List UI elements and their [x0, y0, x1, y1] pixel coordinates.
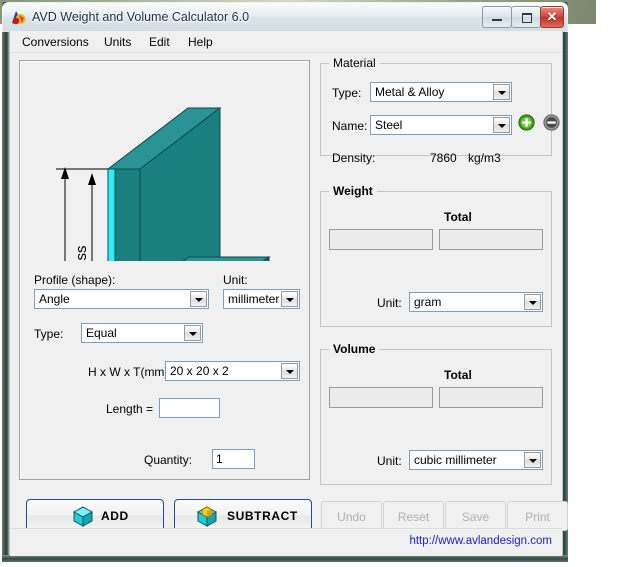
window-frame-left: [2, 2, 9, 562]
application-window: AVD Weight and Volume Calculator 6.0 ✕ C…: [2, 2, 568, 562]
menu-item-units[interactable]: Units: [98, 34, 137, 50]
quantity-label: Quantity:: [144, 453, 193, 467]
profile-dimensions-label: H x W x T(mm):: [88, 365, 172, 379]
density-label: Density:: [332, 151, 376, 165]
profile-type-combo[interactable]: Equal: [81, 323, 203, 343]
volume-total-field: [439, 387, 543, 408]
print-button-label: Print: [525, 510, 550, 524]
volume-total-label: Total: [444, 368, 472, 382]
material-name-combo[interactable]: Steel: [370, 115, 512, 135]
save-button: Save: [445, 501, 506, 531]
subtract-button-label: SUBTRACT: [227, 509, 298, 523]
status-bar: http://www.avlandesign.com: [10, 528, 562, 556]
chevron-down-icon[interactable]: [281, 363, 298, 379]
profile-shape-value: Angle: [39, 292, 70, 306]
plus-circle-icon[interactable]: [518, 114, 535, 131]
cube-cut-icon: [196, 506, 218, 527]
material-name-label: Name:: [332, 119, 368, 133]
profile-unit-combo[interactable]: millimeter: [223, 289, 300, 309]
add-button-label: ADD: [101, 509, 129, 523]
volume-group-title: Volume: [329, 342, 380, 356]
window-title: AVD Weight and Volume Calculator 6.0: [32, 10, 250, 24]
profile-dimensions-value: 20 x 20 x 2: [170, 364, 229, 378]
weight-total-field: [439, 229, 543, 250]
chevron-down-icon[interactable]: [493, 117, 510, 133]
undo-button: Undo: [321, 501, 382, 531]
material-group: Material Type: Metal & Alloy Name: Steel: [320, 56, 560, 165]
density-value: 7860: [430, 151, 457, 165]
material-type-combo[interactable]: Metal & Alloy: [370, 82, 512, 102]
minus-circle-icon[interactable]: [543, 114, 560, 131]
close-button[interactable]: ✕: [540, 6, 564, 28]
angle-profile-illustration: Height Thickness Width: [56, 106, 271, 261]
reset-button-label: Reset: [397, 510, 430, 524]
print-button: Print: [507, 501, 568, 531]
profile-unit-label: Unit:: [223, 273, 248, 287]
minimize-icon: [492, 19, 502, 21]
weight-single-field: [329, 229, 433, 250]
weight-unit-label: Unit:: [377, 296, 402, 310]
menu-item-conversions[interactable]: Conversions: [16, 34, 95, 50]
weight-group-title: Weight: [329, 184, 377, 198]
menu-item-edit[interactable]: Edit: [143, 34, 176, 50]
material-type-label: Type:: [332, 86, 362, 100]
weight-unit-combo[interactable]: gram: [409, 292, 543, 312]
volume-unit-combo[interactable]: cubic millimeter: [409, 450, 543, 470]
menu-bar: Conversions Units Edit Help: [10, 31, 562, 53]
material-group-frame: [320, 63, 552, 156]
chevron-down-icon[interactable]: [184, 325, 201, 341]
maximize-icon: [522, 13, 532, 23]
minimize-button[interactable]: [482, 6, 512, 28]
profile-shape-combo[interactable]: Angle: [34, 289, 209, 309]
chevron-down-icon[interactable]: [190, 291, 207, 307]
weight-group: Weight Total Unit: gram: [320, 184, 552, 327]
reset-button: Reset: [383, 501, 444, 531]
length-label: Length =: [106, 402, 154, 416]
client-area: Conversions Units Edit Help Profile (sha…: [9, 31, 568, 556]
quantity-input[interactable]: 1: [212, 449, 255, 469]
material-name-value: Steel: [375, 118, 403, 132]
title-bar[interactable]: AVD Weight and Volume Calculator 6.0 ✕: [2, 2, 568, 32]
weight-total-label: Total: [444, 210, 472, 224]
volume-unit-label: Unit:: [377, 454, 402, 468]
weight-unit-value: gram: [414, 295, 442, 309]
profile-type-value: Equal: [86, 326, 117, 340]
profile-panel: Height Thickness Width: [19, 60, 310, 480]
close-icon: ✕: [546, 9, 558, 24]
avd-app-icon: [12, 11, 26, 25]
density-unit: kg/m3: [468, 151, 501, 165]
window-frame-bottom: [2, 555, 568, 562]
material-group-title: Material: [329, 56, 380, 70]
length-input[interactable]: [159, 398, 220, 418]
menu-item-help[interactable]: Help: [182, 34, 219, 50]
volume-group: Volume Total Unit: cubic millimeter: [320, 342, 552, 485]
profile-dimensions-combo[interactable]: 20 x 20 x 2: [165, 361, 300, 381]
thickness-dimension-label: Thickness: [73, 245, 90, 261]
quantity-value: 1: [216, 452, 223, 466]
material-type-value: Metal & Alloy: [375, 85, 445, 99]
chevron-down-icon[interactable]: [524, 452, 541, 468]
volume-single-field: [329, 387, 433, 408]
profile-type-label: Type:: [34, 327, 64, 341]
website-link[interactable]: http://www.avlandesign.com: [409, 534, 552, 549]
volume-unit-value: cubic millimeter: [414, 453, 497, 467]
chevron-down-icon[interactable]: [524, 294, 541, 310]
profile-unit-value: millimeter: [228, 292, 280, 306]
chevron-down-icon[interactable]: [493, 84, 510, 100]
save-button-label: Save: [461, 510, 490, 524]
chevron-down-icon[interactable]: [281, 291, 298, 307]
profile-shape-label: Profile (shape):: [34, 273, 116, 287]
maximize-button[interactable]: [511, 6, 541, 28]
cube-icon: [72, 506, 94, 527]
desktop-background: AVD Weight and Volume Calculator 6.0 ✕ C…: [0, 0, 640, 567]
secondary-actions: Undo Reset Save Print: [321, 501, 568, 531]
undo-button-label: Undo: [337, 510, 366, 524]
